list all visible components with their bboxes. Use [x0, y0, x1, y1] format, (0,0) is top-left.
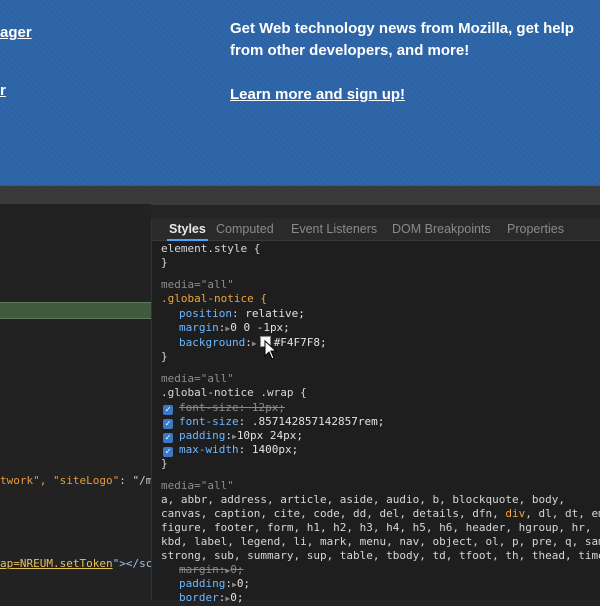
css-property[interactable]: margin:▶0 0 -1px; — [179, 321, 290, 336]
partial-link-2[interactable]: r — [0, 82, 6, 99]
css-property-overridden[interactable]: margin:▶0; — [179, 563, 243, 578]
selector-line: a, abbr, address, article, aside, audio,… — [161, 493, 565, 506]
selector-line: kbd, label, legend, li, mark, menu, nav,… — [161, 535, 600, 548]
checkbox-icon[interactable]: ✓ — [163, 447, 173, 457]
partial-link[interactable]: ager — [0, 24, 32, 41]
css-property[interactable]: border:▶0; — [179, 591, 243, 606]
css-property[interactable]: ✓ padding:▶10px 24px; — [163, 429, 303, 444]
elements-panel[interactable] — [0, 204, 151, 600]
tab-event-listeners[interactable]: Event Listeners — [291, 222, 377, 236]
tab-styles[interactable]: Styles — [167, 222, 208, 241]
selector-line: figure, footer, form, h1, h2, h3, h4, h5… — [161, 521, 592, 534]
css-property[interactable]: ✓ max-width: 1400px; — [163, 443, 298, 457]
selector-line: canvas, caption, cite, code, dd, del, de… — [161, 507, 600, 520]
checkbox-icon[interactable]: ✓ — [163, 405, 173, 415]
mouse-cursor-icon — [264, 340, 278, 360]
signup-link[interactable]: Learn more and sign up! — [230, 86, 405, 103]
tab-properties[interactable]: Properties — [507, 222, 564, 236]
element-style-selector: element.style { — [161, 242, 261, 255]
rule-close: } — [161, 457, 168, 470]
devtools-toolbar — [0, 185, 600, 205]
rule-selector: .global-notice { — [161, 292, 267, 305]
code-line-nreum: ap=NREUM.setToken"></sc — [0, 557, 153, 570]
rule-close: } — [161, 256, 168, 269]
css-property[interactable]: ✓ font-size: .857142857142857rem; — [163, 415, 384, 429]
sidebar-tabs: Styles Computed Event Listeners DOM Brea… — [152, 218, 600, 241]
media-label: media="all" — [161, 479, 234, 492]
rule-close: } — [161, 350, 168, 363]
media-label: media="all" — [161, 278, 234, 291]
css-property[interactable]: position: relative; — [179, 307, 305, 321]
checkbox-icon[interactable]: ✓ — [163, 419, 173, 429]
code-line-sitelogo: twork", "siteLogo": "/m — [0, 474, 153, 487]
expand-triangle-icon[interactable]: ▶ — [252, 339, 257, 348]
selected-node-highlight[interactable] — [0, 302, 151, 319]
tab-dom-breakpoints[interactable]: DOM Breakpoints — [392, 222, 491, 236]
rule-selector: .global-notice .wrap { — [161, 386, 307, 399]
css-property[interactable]: padding:▶0; — [179, 577, 250, 592]
css-property[interactable]: background:▶ #F4F7F8; — [179, 336, 327, 351]
tab-computed[interactable]: Computed — [216, 222, 274, 236]
checkbox-icon[interactable]: ✓ — [163, 433, 173, 443]
media-label: media="all" — [161, 372, 234, 385]
css-property-overridden[interactable]: ✓ font-size: 12px; — [163, 401, 285, 415]
intro-text: Get Web technology news from Mozilla, ge… — [230, 20, 574, 59]
mozilla-newsletter-banner: ager r Get Web technology news from Mozi… — [0, 0, 600, 185]
selector-line: strong, sub, summary, sup, table, tbody,… — [161, 549, 600, 562]
